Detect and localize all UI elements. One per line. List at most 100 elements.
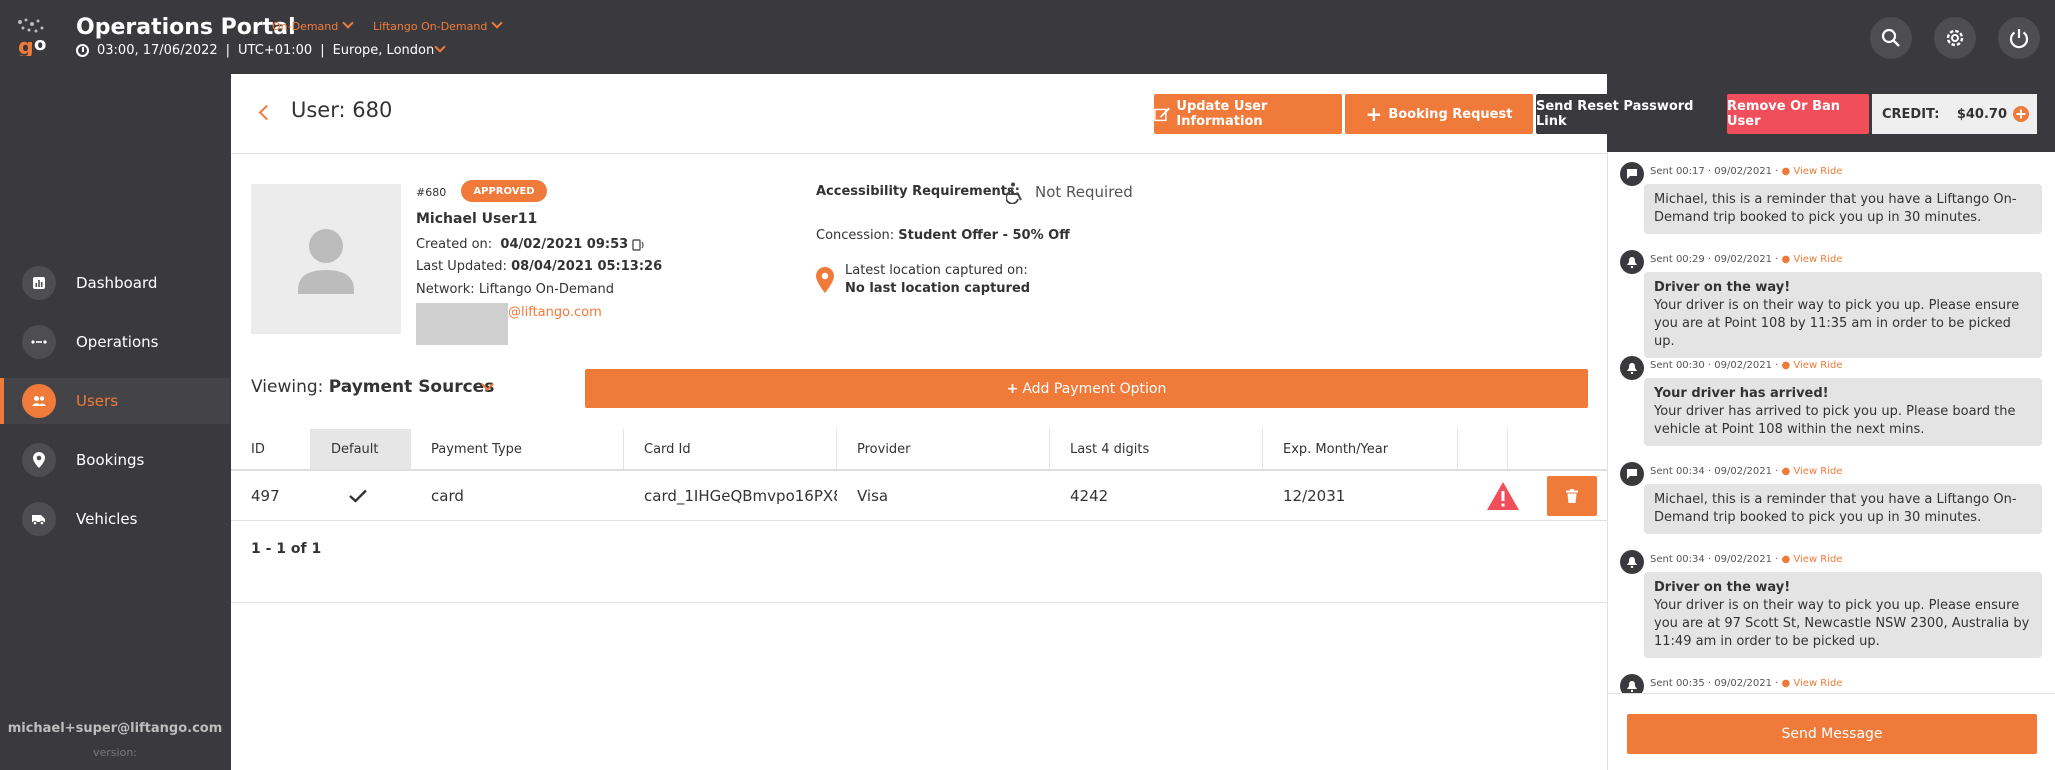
dots-icon xyxy=(22,325,56,359)
divider xyxy=(231,602,1607,603)
credit-value: $40.70 xyxy=(1956,106,2007,122)
gear-icon xyxy=(1946,29,1964,47)
add-credit-icon[interactable] xyxy=(2013,106,2029,122)
logged-in-email: michael+super@liftango.com xyxy=(7,721,223,736)
cell-card-id: card_1IHGeQBmvpo16PX8OI xyxy=(644,487,837,505)
device-icon xyxy=(632,238,644,251)
warning-icon[interactable] xyxy=(1486,481,1520,511)
message-bubble: Driver on the way! Your driver is on thei… xyxy=(1644,572,2042,658)
portal-title: Operations Portal xyxy=(76,15,296,40)
user-name: Michael User11 xyxy=(416,211,538,227)
send-message-button[interactable]: Send Message xyxy=(1627,714,2037,754)
column-header-last-4[interactable]: Last 4 digits xyxy=(1050,429,1263,469)
status-badge: APPROVED xyxy=(461,180,547,202)
van-icon xyxy=(22,502,56,536)
view-ride-link[interactable]: ● View Ride xyxy=(1781,166,1842,177)
bell-icon xyxy=(1620,674,1644,693)
last-updated: Last Updated: 08/04/2021 05:13:26 xyxy=(416,259,663,274)
sidebar-item-vehicles[interactable]: Vehicles xyxy=(0,496,230,542)
user-detail-panel: User: 680 #680 APPROVED Michael User11 C… xyxy=(231,74,1607,770)
column-header-exp[interactable]: Exp. Month/Year xyxy=(1263,429,1458,469)
column-header-card-id[interactable]: Card Id xyxy=(624,429,837,469)
cell-payment-type: card xyxy=(431,487,464,505)
delete-payment-button[interactable] xyxy=(1547,476,1597,516)
chart-icon xyxy=(22,266,56,300)
back-icon[interactable] xyxy=(258,104,275,121)
location-value: No last location captured xyxy=(845,281,1031,296)
plus-icon: + xyxy=(1365,102,1383,126)
message-bubble: Your driver has arrived! Your driver has … xyxy=(1644,378,2042,446)
sidebar-item-dashboard[interactable]: Dashboard xyxy=(0,260,230,306)
edit-icon xyxy=(1154,107,1170,122)
search-icon xyxy=(1881,28,1900,47)
credit-label: CREDIT: xyxy=(1882,106,1940,122)
column-header-payment-type[interactable]: Payment Type xyxy=(411,429,624,469)
default-check-icon xyxy=(329,471,367,521)
message-bubble: Driver on the way! Your driver is on thei… xyxy=(1644,272,2042,358)
column-header-blank xyxy=(1458,429,1508,469)
sidebar-item-operations[interactable]: Operations xyxy=(0,319,230,365)
concession: Concession: Student Offer - 50% Off xyxy=(816,228,1070,243)
view-ride-link[interactable]: ● View Ride xyxy=(1781,360,1842,371)
chevron-down-icon xyxy=(491,17,504,29)
sidebar-item-bookings[interactable]: Bookings xyxy=(0,437,230,483)
network-dropdown[interactable]: Liftango On-Demand xyxy=(373,17,504,33)
trash-icon xyxy=(1566,489,1578,503)
cell-provider: Visa xyxy=(857,487,889,505)
page-title: User: 680 xyxy=(291,98,393,122)
bell-icon xyxy=(1620,550,1644,574)
timezone-dropdown[interactable]: Europe, London xyxy=(333,41,446,58)
app-header: g o Operations Portal On-Demand Liftango… xyxy=(0,0,2055,74)
update-user-button[interactable]: Update User Information xyxy=(1154,94,1342,134)
sidebar-item-users[interactable]: Users xyxy=(0,378,230,424)
users-icon xyxy=(22,384,56,418)
settings-button[interactable] xyxy=(1934,17,1976,59)
clock-icon xyxy=(76,44,89,57)
message-bubble: Michael, this is a reminder that you hav… xyxy=(1644,484,2042,534)
message-history[interactable]: Sent 00:17 · 09/02/2021 · ● View Ride Mi… xyxy=(1607,152,2055,693)
cell-last-4: 4242 xyxy=(1070,487,1109,505)
send-reset-password-button[interactable]: Send Reset Password Link xyxy=(1536,94,1725,134)
utc-offset: UTC+01:00 xyxy=(238,43,313,58)
sidebar: Dashboard Operations Users Bookings Vehi… xyxy=(0,74,230,770)
bell-icon xyxy=(1620,356,1644,380)
view-ride-link[interactable]: ● View Ride xyxy=(1781,678,1842,689)
time-info: 03:00, 17/06/2022 | UTC+01:00 | Europe, … xyxy=(76,41,446,58)
row-divider xyxy=(231,520,1607,521)
booking-request-button[interactable]: + Booking Request xyxy=(1345,94,1533,134)
column-header-default[interactable]: Default xyxy=(311,429,411,469)
chat-icon xyxy=(1620,462,1644,486)
user-placeholder-icon xyxy=(298,229,354,294)
message-bubble: Michael, this is a reminder that you hav… xyxy=(1644,184,2042,234)
cell-exp: 12/2031 xyxy=(1283,487,1346,505)
accessibility-label: Accessibility Requirements: xyxy=(816,184,1020,199)
view-ride-link[interactable]: ● View Ride xyxy=(1781,254,1842,265)
current-datetime: 03:00, 17/06/2022 xyxy=(97,43,218,58)
column-header-id[interactable]: ID xyxy=(231,429,311,469)
email-redacted xyxy=(416,303,508,345)
bell-icon xyxy=(1620,250,1644,274)
column-header-provider[interactable]: Provider xyxy=(837,429,1050,469)
view-ride-link[interactable]: ● View Ride xyxy=(1781,466,1842,477)
created-on: Created on: 04/02/2021 09:53 xyxy=(416,237,646,252)
message-footer: Send Message xyxy=(1607,693,2055,770)
chat-icon xyxy=(1620,162,1644,186)
avatar xyxy=(251,184,401,334)
pagination-info: 1 - 1 of 1 xyxy=(251,541,322,557)
viewing-selector[interactable]: Viewing: Payment Sources xyxy=(251,377,494,397)
remove-ban-user-button[interactable]: Remove Or Ban User xyxy=(1727,94,1869,134)
wheelchair-icon xyxy=(1006,182,1022,204)
logout-button[interactable] xyxy=(1998,17,2040,59)
power-icon xyxy=(2009,29,2029,49)
add-payment-option-button[interactable]: + Add Payment Option xyxy=(585,369,1588,408)
service-dropdown[interactable]: On-Demand xyxy=(272,17,354,33)
view-ride-link[interactable]: ● View Ride xyxy=(1781,554,1842,565)
plus-icon: + xyxy=(1006,380,1019,397)
svg-text:g: g xyxy=(18,35,34,56)
email-domain[interactable]: @liftango.com xyxy=(508,305,602,320)
map-pin-icon xyxy=(816,267,834,293)
location-pin-icon xyxy=(22,443,56,477)
accessibility-value: Not Required xyxy=(1035,183,1133,201)
go-logo-icon[interactable]: g o xyxy=(14,16,60,56)
search-button[interactable] xyxy=(1870,17,1912,59)
